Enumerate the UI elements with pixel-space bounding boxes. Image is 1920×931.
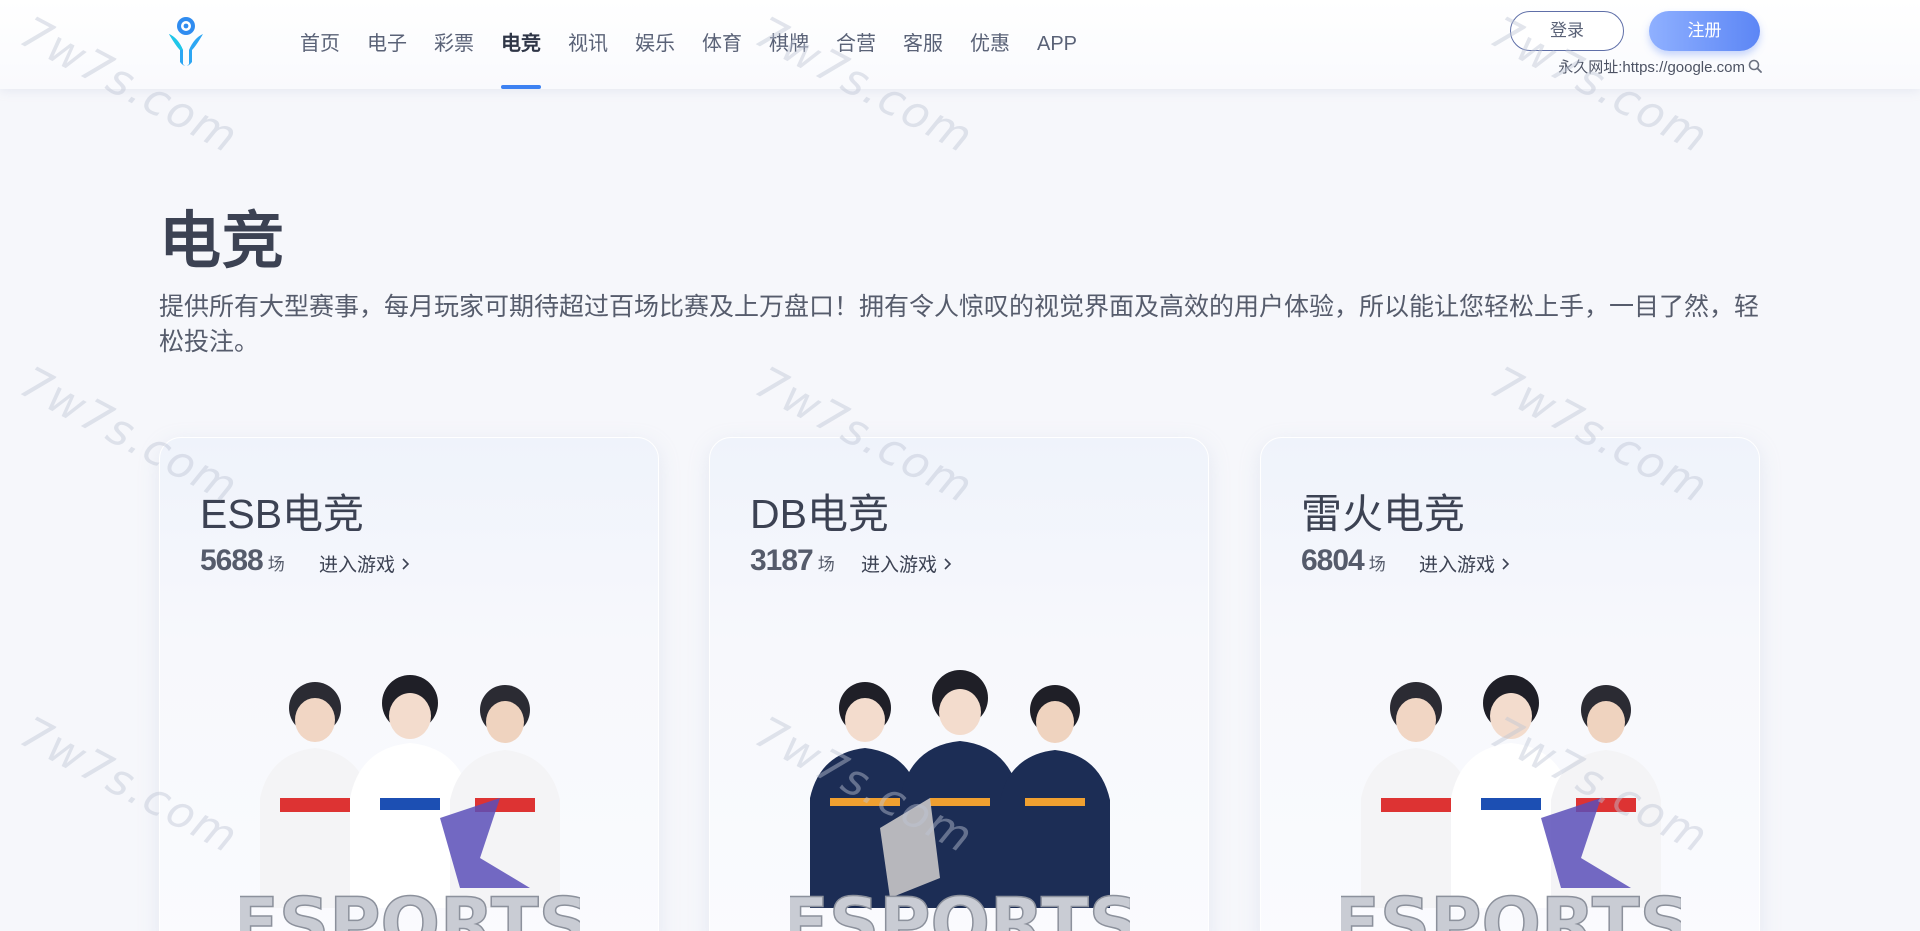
chevron-right-icon [944, 557, 952, 570]
register-button[interactable]: 注册 [1649, 11, 1760, 51]
match-count-number: 3187 [750, 544, 814, 577]
nav-item-entertainment[interactable]: 娱乐 [635, 0, 675, 89]
enter-game-label: 进入游戏 [1419, 555, 1496, 576]
match-count: 3187 场 [750, 544, 835, 578]
chevron-right-icon [1502, 557, 1510, 570]
match-count-unit: 场 [817, 555, 835, 574]
nav-item-support[interactable]: 客服 [903, 0, 943, 89]
esports-team-illustration: ESPORTS [240, 675, 580, 931]
search-icon[interactable] [1748, 59, 1762, 73]
esports-art-text: ESPORTS [240, 883, 580, 931]
esports-team-illustration: ESPORTS [1341, 675, 1681, 931]
match-count: 5688 场 [200, 544, 285, 578]
enter-game-link[interactable]: 进入游戏 [861, 550, 952, 577]
page-description: 提供所有大型赛事，每月玩家可期待超过百场比赛及上万盘口！拥有令人惊叹的视觉界面及… [159, 293, 1760, 356]
player-figure-right [1000, 685, 1110, 908]
match-count-unit: 场 [1368, 555, 1386, 574]
nav-item-sports[interactable]: 体育 [702, 0, 742, 89]
game-card-esb[interactable]: ESB电竞 5688 场 进入游戏 ESPORTS [159, 437, 659, 931]
card-title: DB电竞 [750, 491, 889, 537]
nav-item-live[interactable]: 视讯 [568, 0, 608, 89]
nav-item-promotions[interactable]: 优惠 [970, 0, 1010, 89]
game-card-db[interactable]: DB电竞 3187 场 进入游戏 ESPORTS [709, 437, 1209, 931]
nav-item-app[interactable]: APP [1037, 0, 1077, 89]
page-title: 电竞 [159, 207, 286, 276]
enter-game-link[interactable]: 进入游戏 [1419, 550, 1510, 577]
esports-team-illustration: ESPORTS [790, 670, 1130, 931]
enter-game-label: 进入游戏 [319, 555, 396, 576]
nav-item-slots[interactable]: 电子 [367, 0, 407, 89]
main-nav: 首页 电子 彩票 电竞 视讯 娱乐 体育 棋牌 合营 客服 优惠 APP [300, 0, 1104, 89]
nav-item-esports[interactable]: 电竞 [501, 0, 541, 89]
card-title: 雷火电竞 [1301, 491, 1465, 537]
nav-item-home[interactable]: 首页 [300, 0, 340, 89]
game-card-leihuo[interactable]: 雷火电竞 6804 场 进入游戏 ESPORTS [1260, 437, 1760, 931]
top-header: 首页 电子 彩票 电竞 视讯 娱乐 体育 棋牌 合营 客服 优惠 APP 登录 … [0, 0, 1920, 89]
esports-art-text: ESPORTS [1341, 883, 1681, 931]
card-title: ESB电竞 [200, 491, 365, 537]
esports-art-text: ESPORTS [790, 883, 1130, 931]
nav-item-partner[interactable]: 合营 [836, 0, 876, 89]
nav-item-lottery[interactable]: 彩票 [434, 0, 474, 89]
match-count: 6804 场 [1301, 544, 1386, 578]
nav-item-cards[interactable]: 棋牌 [769, 0, 809, 89]
login-button[interactable]: 登录 [1510, 11, 1624, 51]
match-count-number: 5688 [200, 544, 264, 577]
permalink-text: 永久网址:https://google.com [1558, 58, 1745, 76]
chevron-right-icon [402, 557, 410, 570]
permalink[interactable]: 永久网址:https://google.com [1540, 56, 1762, 76]
enter-game-link[interactable]: 进入游戏 [319, 550, 410, 577]
enter-game-label: 进入游戏 [861, 555, 938, 576]
brand-logo[interactable] [166, 16, 206, 68]
match-count-unit: 场 [267, 555, 285, 574]
match-count-number: 6804 [1301, 544, 1365, 577]
